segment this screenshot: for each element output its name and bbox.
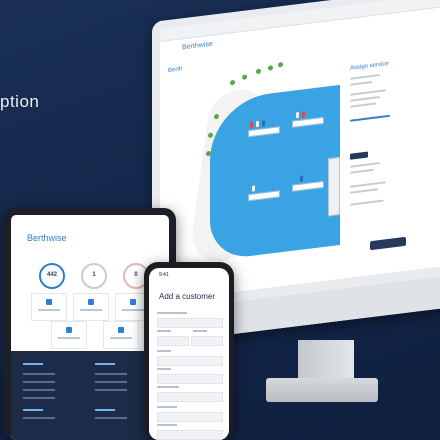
panel-text — [350, 80, 372, 86]
footer-link[interactable] — [23, 397, 55, 399]
panel-text — [350, 162, 380, 168]
dock-diagram — [328, 156, 340, 217]
quick-action-tile[interactable] — [73, 293, 109, 321]
user-icon — [46, 299, 52, 305]
app-logo: Berthwise — [182, 40, 213, 52]
panel-button[interactable] — [350, 151, 368, 160]
footer-heading — [23, 363, 43, 365]
assign-service-panel: Assign service — [340, 39, 436, 261]
stat-ring: 442 — [39, 263, 65, 289]
panel-text — [350, 74, 380, 80]
field-label — [157, 368, 171, 370]
panel-text — [350, 96, 380, 102]
footer-link[interactable] — [95, 381, 127, 383]
last-name-field[interactable] — [191, 336, 223, 346]
field-label — [157, 386, 179, 388]
footer-link[interactable] — [95, 389, 127, 391]
tree-icon — [256, 68, 261, 75]
tile-label — [110, 337, 132, 339]
calendar-icon — [66, 327, 72, 333]
tile-label — [58, 337, 80, 339]
tree-icon — [242, 74, 247, 80]
quick-action-tile[interactable] — [103, 321, 139, 349]
panel-text — [350, 199, 384, 206]
form-title: Add a customer — [159, 292, 216, 301]
tree-icon — [268, 65, 273, 71]
footer-heading — [95, 409, 115, 411]
tile-label — [122, 309, 144, 311]
sidebar-label[interactable]: Berth — [168, 66, 182, 74]
imac-stand-base — [266, 378, 378, 402]
tree-icon — [278, 61, 283, 68]
postcode-field[interactable] — [157, 412, 223, 422]
browser-toolbar — [160, 0, 440, 43]
form-field[interactable] — [157, 318, 223, 328]
stat-value: 442 — [46, 272, 57, 278]
panel-text — [350, 181, 386, 188]
boat-icon[interactable] — [302, 111, 305, 118]
panel-text — [350, 102, 376, 108]
footer-link[interactable] — [95, 417, 127, 419]
footer-link[interactable] — [23, 373, 55, 375]
tile-label — [80, 309, 102, 311]
boat-icon — [130, 299, 136, 305]
headline-text: ption — [0, 92, 40, 111]
panel-title: Assign service — [350, 60, 389, 72]
tablet-logo: Berthwise — [27, 233, 67, 243]
stat-ring: 1 — [81, 263, 107, 289]
field-label — [157, 312, 187, 314]
boat-icon[interactable] — [300, 175, 303, 182]
email-field[interactable] — [157, 356, 223, 366]
field-label — [157, 424, 177, 426]
panel-text — [350, 89, 386, 96]
panel-toggle[interactable] — [350, 114, 390, 122]
address-field[interactable] — [157, 392, 223, 402]
footer-heading — [95, 363, 115, 365]
tile-label — [38, 309, 60, 311]
boat-icon[interactable] — [250, 121, 253, 128]
account-type-select[interactable] — [157, 430, 223, 440]
tree-icon — [230, 79, 235, 86]
panel-text — [350, 188, 378, 194]
stat-value: 1 — [92, 272, 96, 278]
footer-heading — [23, 409, 43, 411]
boat-icon[interactable] — [252, 185, 255, 192]
field-label — [157, 406, 177, 408]
wrench-icon — [118, 327, 124, 333]
field-label — [193, 330, 207, 332]
boat-icon[interactable] — [262, 120, 265, 127]
first-name-field[interactable] — [157, 336, 189, 346]
panel-text — [350, 168, 374, 174]
footer-link[interactable] — [23, 381, 55, 383]
phone-field[interactable] — [157, 374, 223, 384]
field-label — [157, 330, 171, 332]
phone-device: 9:41 Add a customer — [144, 262, 234, 440]
field-label — [157, 350, 171, 352]
footer-link[interactable] — [95, 373, 127, 375]
imac-screen: Berthwise Berth Assign service — [160, 0, 440, 302]
footer-link[interactable] — [23, 389, 55, 391]
boat-icon[interactable] — [256, 120, 259, 128]
boat-icon[interactable] — [296, 111, 299, 119]
status-bar-time: 9:41 — [159, 272, 169, 278]
quick-action-tile[interactable] — [31, 293, 67, 321]
chart-icon — [88, 299, 94, 305]
phone-screen: 9:41 Add a customer — [149, 268, 229, 440]
quick-action-tile[interactable] — [51, 321, 87, 349]
footer-link[interactable] — [23, 417, 55, 419]
